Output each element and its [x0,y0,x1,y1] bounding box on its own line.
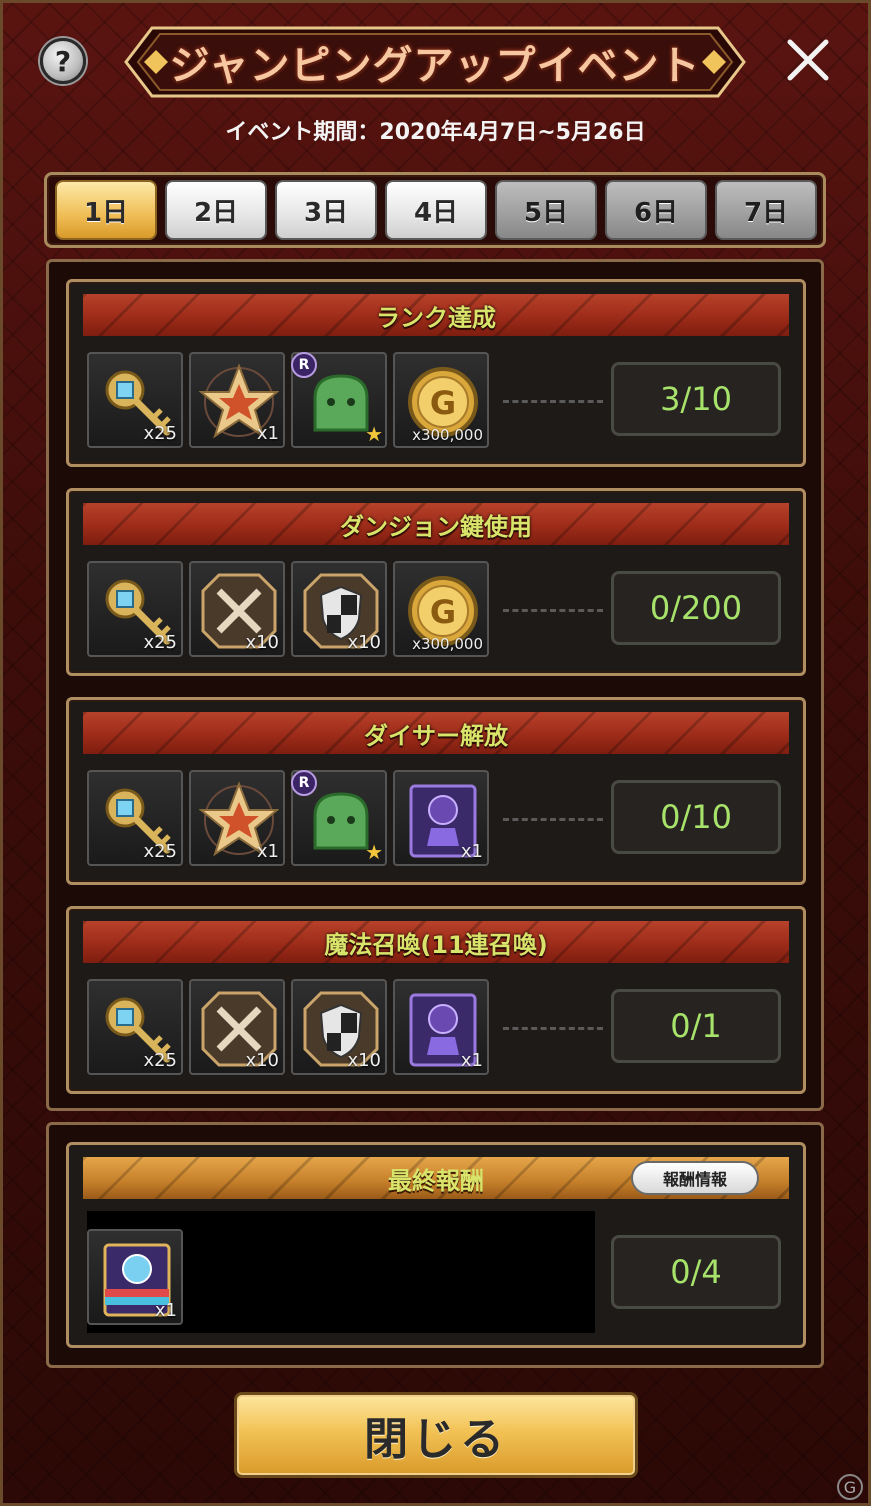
page-title: ジャンピングアップイベント [169,43,701,89]
title-plate: ジャンピングアップイベント [122,24,748,100]
reward-qty: x300,000 [412,635,483,653]
reward-qty: x1 [460,841,483,862]
reward-info-button[interactable]: 報酬情報 [631,1161,759,1195]
tab-day-4[interactable]: 4日 [385,180,487,240]
progress-counter: 0/10 [611,780,781,854]
reward-slot[interactable]: x1 [393,770,489,866]
reward-slot[interactable]: x1 [87,1229,183,1325]
mission-title: ダイサー解放 [364,721,508,750]
reward-slot[interactable]: x1 [189,770,285,866]
mission-title-bar: 魔法召喚(11連召喚) [83,921,789,963]
tab-day-6[interactable]: 6日 [605,180,707,240]
mission-dungeon-key: ダンジョン鍵使用 x25 x10 x10 x300,000 0/200 [66,488,806,676]
reward-qty: x25 [143,632,177,653]
reward-slot[interactable]: x10 [291,561,387,657]
reward-qty: x10 [347,1050,381,1071]
close-icon[interactable] [784,36,832,84]
final-reward: 最終報酬 報酬情報 x1 0/4 [66,1142,806,1348]
reward-slot[interactable]: x25 [87,979,183,1075]
reward-qty: x25 [143,423,177,444]
reward-slot[interactable]: x300,000 [393,352,489,448]
progress-counter: 0/1 [611,989,781,1063]
reward-slot[interactable]: x10 [291,979,387,1075]
tab-day-7[interactable]: 7日 [715,180,817,240]
divider [503,818,603,821]
star-rank-icon: ★ [365,422,383,446]
tab-day-2[interactable]: 2日 [165,180,267,240]
help-button[interactable]: ? [40,38,86,84]
reward-slot[interactable]: R ★ [291,352,387,448]
mission-dicer: ダイサー解放 x25 x1 R ★ x1 0/10 [66,697,806,885]
event-period: イベント期間：2020年4月7日~5月26日 [225,120,646,145]
reward-qty: x1 [256,423,279,444]
mission-title: 魔法召喚(11連召喚) [324,930,548,959]
tab-day-1[interactable]: 1日 [55,180,157,240]
reward-slot[interactable]: x25 [87,770,183,866]
reward-slot[interactable]: x10 [189,979,285,1075]
reward-qty: x10 [347,632,381,653]
help-icon: ? [54,44,72,78]
mission-title: ダンジョン鍵使用 [340,512,532,541]
progress-counter: 3/10 [611,362,781,436]
mission-magic-summon: 魔法召喚(11連召喚) x25 x10 x10 x1 0/1 [66,906,806,1094]
reward-qty: x1 [154,1300,177,1321]
reward-qty: x10 [245,1050,279,1071]
reward-qty: x10 [245,632,279,653]
reward-qty: x300,000 [412,426,483,444]
rank-badge: R [291,770,317,796]
reward-qty: x1 [460,1050,483,1071]
mission-title: ランク達成 [376,303,496,332]
final-title: 最終報酬 [388,1166,484,1195]
star-rank-icon: ★ [365,840,383,864]
reward-slot[interactable]: x10 [189,561,285,657]
reward-slot[interactable]: x300,000 [393,561,489,657]
mission-title-bar: ランク達成 [83,294,789,336]
mission-rank: ランク達成 x25 x1 R ★ x300,000 3/10 [66,279,806,467]
progress-counter: 0/200 [611,571,781,645]
final-progress-counter: 0/4 [611,1235,781,1309]
reward-slot[interactable]: x25 [87,561,183,657]
rank-badge: R [291,352,317,378]
reward-slot[interactable]: R ★ [291,770,387,866]
reward-qty: x25 [143,841,177,862]
watermark-icon: G [837,1474,863,1500]
reward-slot[interactable]: x1 [189,352,285,448]
mission-title-bar: ダイサー解放 [83,712,789,754]
divider [503,609,603,612]
divider [503,1027,603,1030]
tab-day-5[interactable]: 5日 [495,180,597,240]
divider [503,400,603,403]
reward-qty: x25 [143,1050,177,1071]
reward-qty: x1 [256,841,279,862]
close-button[interactable]: 閉じる [234,1392,638,1478]
reward-slot[interactable]: x25 [87,352,183,448]
tab-day-3[interactable]: 3日 [275,180,377,240]
reward-slot[interactable]: x1 [393,979,489,1075]
mission-title-bar: ダンジョン鍵使用 [83,503,789,545]
